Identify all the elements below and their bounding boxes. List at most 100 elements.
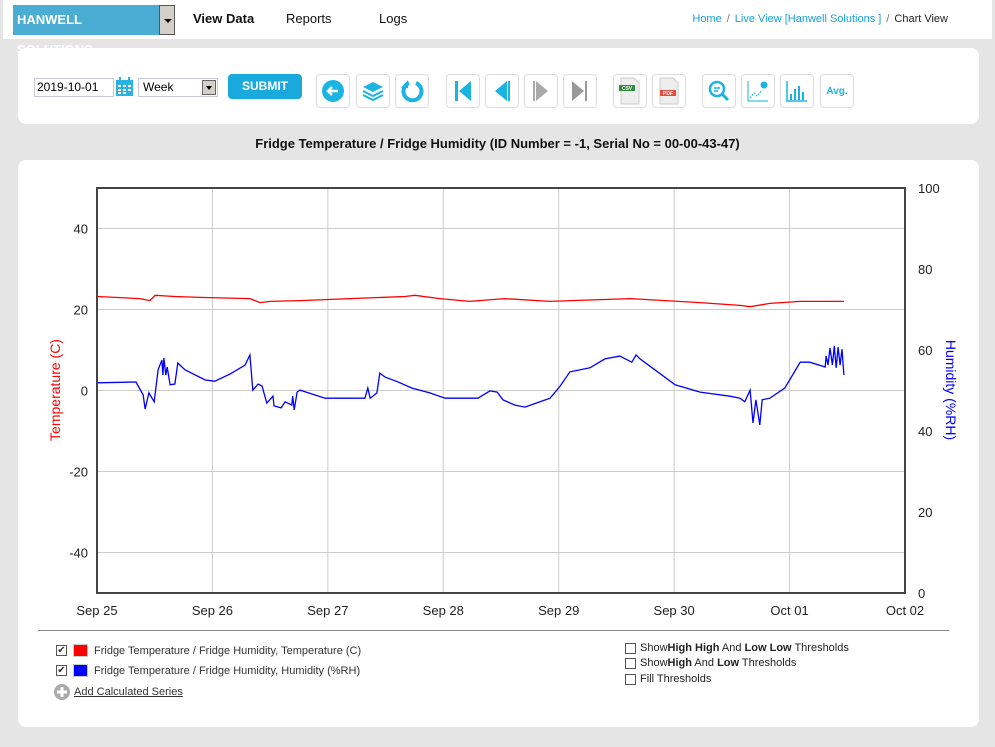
y-right-tick-label: 100 [918,181,940,196]
average-button[interactable]: Avg. [820,74,854,108]
y-axis-left-label: Temperature (C) [47,339,63,441]
chart-panel: Sep 25 Sep 26 Sep 27 Sep 28 Sep 29 Sep 30 Oct … [18,160,979,727]
y-axis-right-label: Humidity (%RH) [943,340,959,440]
legend-item-humidity[interactable]: ✔ Fridge Temperature / Fridge Humidity, H… [56,664,360,677]
x-tick-label: Sep 29 [538,603,579,618]
svg-text:CSV: CSV [622,86,633,92]
text: And [691,657,718,669]
x-tick-label: Sep 26 [192,603,233,618]
toolbar-panel: 2019-10-01 Week SUBMIT CSV PDF Avg. [18,48,979,124]
period-value: Week [143,80,174,94]
text: Thresholds [791,642,849,654]
back-icon [322,80,344,102]
csv-icon: CSV [619,77,640,105]
first-icon [455,81,471,101]
breadcrumb-chart-view: Chart View [894,13,948,25]
legend-label-temperature: Fridge Temperature / Fridge Humidity, Te… [94,644,362,657]
toggle-high-low-thresholds[interactable]: Show High And Low Thresholds [625,657,796,669]
nav-logs[interactable]: Logs [379,11,407,26]
calendar-icon[interactable] [115,77,134,97]
text: Fill Thresholds [640,673,712,685]
chart-title: Fridge Temperature / Fridge Humidity (ID… [255,136,740,151]
next-button[interactable] [524,74,558,108]
text: Low Low [744,642,792,654]
zoom-icon [708,80,730,102]
legend-swatch-temperature [73,644,88,657]
previous-icon [495,81,510,101]
chart[interactable]: Sep 25 Sep 26 Sep 27 Sep 28 Sep 29 Sep 30 Oct … [18,160,979,630]
toggle-fill-thresholds[interactable]: Fill Thresholds [625,673,711,685]
layers-icon [362,82,384,102]
text: High High [667,642,720,654]
top-navbar: HANWELL SOLUTIONS View Data Reports Logs… [3,0,992,57]
text: Show [640,642,668,654]
chevron-down-icon [202,80,216,95]
date-input[interactable]: 2019-10-01 [34,78,114,97]
x-tick-label: Sep 25 [76,603,117,618]
checkbox[interactable] [625,673,636,685]
x-tick-label: Sep 27 [307,603,348,618]
breadcrumb-home[interactable]: Home [692,13,721,25]
legend-checkbox-temperature[interactable]: ✔ [56,645,67,656]
legend-item-temperature[interactable]: ✔ Fridge Temperature / Fridge Humidity, T… [56,644,361,657]
bar-chart-button[interactable] [780,74,814,108]
svg-text:PDF: PDF [663,91,673,97]
y-right-tick-label: 80 [918,262,932,277]
plus-circle-icon [54,684,70,700]
pdf-export-button[interactable]: PDF [652,74,686,108]
y-right-tick-label: 0 [918,586,925,601]
breadcrumb-live-view[interactable]: Live View [Hanwell Solutions ] [735,13,882,25]
previous-button[interactable] [485,74,519,108]
submit-button[interactable]: SUBMIT [228,74,302,99]
chart-settings-icon [747,81,768,102]
x-tick-label: Sep 30 [654,603,695,618]
checkbox[interactable] [625,642,636,654]
y-left-tick-label: -40 [69,546,88,561]
x-tick-label: Sep 28 [423,603,464,618]
bar-chart-icon [786,81,807,102]
y-right-tick-label: 40 [918,424,932,439]
y-left-tick-label: 20 [74,303,88,318]
nav-reports[interactable]: Reports [286,11,332,26]
text: Show [640,657,668,669]
text: High [667,657,692,669]
temperature-series-line [96,294,844,308]
zoom-button[interactable] [702,74,736,108]
text: Low [717,657,740,669]
brand-dropdown-button[interactable] [159,5,175,35]
legend-label-humidity: Fridge Temperature / Fridge Humidity, Hu… [94,664,361,677]
y-left-tick-label: -20 [69,465,88,480]
csv-export-button[interactable]: CSV [613,74,647,108]
next-icon [533,81,548,101]
text: Thresholds [739,657,797,669]
text: And [719,642,745,654]
refresh-icon [401,80,424,103]
first-button[interactable] [446,74,480,108]
add-calculated-series-label: Add Calculated Series [74,686,183,698]
chart-settings-button[interactable] [741,74,775,108]
x-tick-label: Oct 01 [770,603,808,618]
refresh-button[interactable] [395,74,429,108]
legend-checkbox-humidity[interactable]: ✔ [56,665,67,676]
breadcrumb: Home / Live View [Hanwell Solutions ] / Char… [692,13,948,25]
last-button[interactable] [563,74,597,108]
back-button[interactable] [316,74,350,108]
y-right-tick-label: 20 [918,505,932,520]
period-select[interactable]: Week [138,78,218,97]
humidity-series-line [96,345,845,425]
layers-button[interactable] [356,74,390,108]
brand-selector[interactable]: HANWELL SOLUTIONS [13,5,159,57]
y-right-tick-label: 60 [918,343,932,358]
x-tick-label: Oct 02 [886,603,924,618]
y-left-tick-label: 0 [81,384,88,399]
add-calculated-series-link[interactable]: Add Calculated Series [54,684,183,700]
average-icon: Avg. [826,85,848,97]
toggle-high-high-low-low-thresholds[interactable]: Show High High And Low Low Thresholds [625,642,849,654]
legend-divider [38,630,949,631]
checkbox[interactable] [625,657,636,669]
nav-view-data[interactable]: View Data [193,11,254,26]
pdf-icon: PDF [659,77,679,105]
last-icon [572,81,587,101]
y-left-tick-label: 40 [74,222,88,237]
legend-swatch-humidity [73,664,88,677]
